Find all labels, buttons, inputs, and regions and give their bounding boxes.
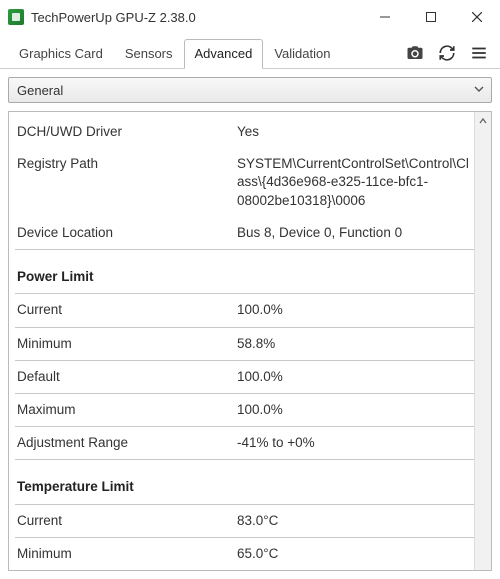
tab-validation[interactable]: Validation [263, 39, 341, 69]
minimize-button[interactable] [362, 0, 408, 34]
row-key: Device Location [15, 217, 235, 250]
row-key: Adjustment Range [15, 427, 235, 460]
row-key: Current [15, 294, 235, 327]
section-header: Temperature Limit [15, 460, 474, 504]
table-row: Current100.0% [15, 294, 474, 327]
table-row: Maximum100.0% [15, 393, 474, 426]
scroll-up-button[interactable] [475, 112, 491, 129]
row-key: Maximum [15, 393, 235, 426]
details-panel: DCH/UWD DriverYesRegistry PathSYSTEM\Cur… [8, 111, 492, 571]
row-value: SYSTEM\CurrentControlSet\Control\Class\{… [235, 148, 474, 217]
section-label: Temperature Limit [15, 460, 474, 504]
row-value: -41% to +0% [235, 427, 474, 460]
row-value: 100.0% [235, 360, 474, 393]
screenshot-icon[interactable] [406, 44, 424, 62]
row-key: Current [15, 504, 235, 537]
table-row: Default100.0% [15, 360, 474, 393]
row-key: DCH/UWD Driver [15, 116, 235, 148]
menu-icon[interactable] [470, 44, 488, 62]
row-value: 65.0°C [235, 537, 474, 570]
dropdown-selected: General [17, 83, 63, 98]
row-value: 58.8% [235, 327, 474, 360]
row-value: Yes [235, 116, 474, 148]
row-value: 83.0°C [235, 504, 474, 537]
row-value: 100.0% [235, 294, 474, 327]
vertical-scrollbar[interactable] [474, 112, 491, 570]
table-row: Adjustment Range-41% to +0% [15, 427, 474, 460]
row-key: Default [15, 360, 235, 393]
table-row: DCH/UWD DriverYes [15, 116, 474, 148]
tab-graphics-card[interactable]: Graphics Card [8, 39, 114, 69]
section-label: Power Limit [15, 250, 474, 294]
tab-advanced[interactable]: Advanced [184, 39, 264, 69]
chevron-down-icon [473, 83, 485, 98]
table-row: Minimum58.8% [15, 327, 474, 360]
window-title: TechPowerUp GPU-Z 2.38.0 [31, 10, 196, 25]
titlebar: TechPowerUp GPU-Z 2.38.0 [0, 0, 500, 34]
table-row: Minimum65.0°C [15, 537, 474, 570]
category-dropdown[interactable]: General [8, 77, 492, 103]
details-table: DCH/UWD DriverYesRegistry PathSYSTEM\Cur… [15, 116, 474, 570]
details-scroll-area: DCH/UWD DriverYesRegistry PathSYSTEM\Cur… [9, 112, 474, 570]
row-key: Minimum [15, 327, 235, 360]
table-row: Registry PathSYSTEM\CurrentControlSet\Co… [15, 148, 474, 217]
row-value: Bus 8, Device 0, Function 0 [235, 217, 474, 250]
tab-sensors[interactable]: Sensors [114, 39, 184, 69]
refresh-icon[interactable] [438, 44, 456, 62]
table-row: Current83.0°C [15, 504, 474, 537]
tab-bar: Graphics CardSensorsAdvancedValidation [0, 34, 500, 69]
section-header: Power Limit [15, 250, 474, 294]
table-row: Device LocationBus 8, Device 0, Function… [15, 217, 474, 250]
row-key: Registry Path [15, 148, 235, 217]
row-key: Minimum [15, 537, 235, 570]
close-button[interactable] [454, 0, 500, 34]
maximize-button[interactable] [408, 0, 454, 34]
row-value: 100.0% [235, 393, 474, 426]
app-icon [8, 9, 24, 25]
